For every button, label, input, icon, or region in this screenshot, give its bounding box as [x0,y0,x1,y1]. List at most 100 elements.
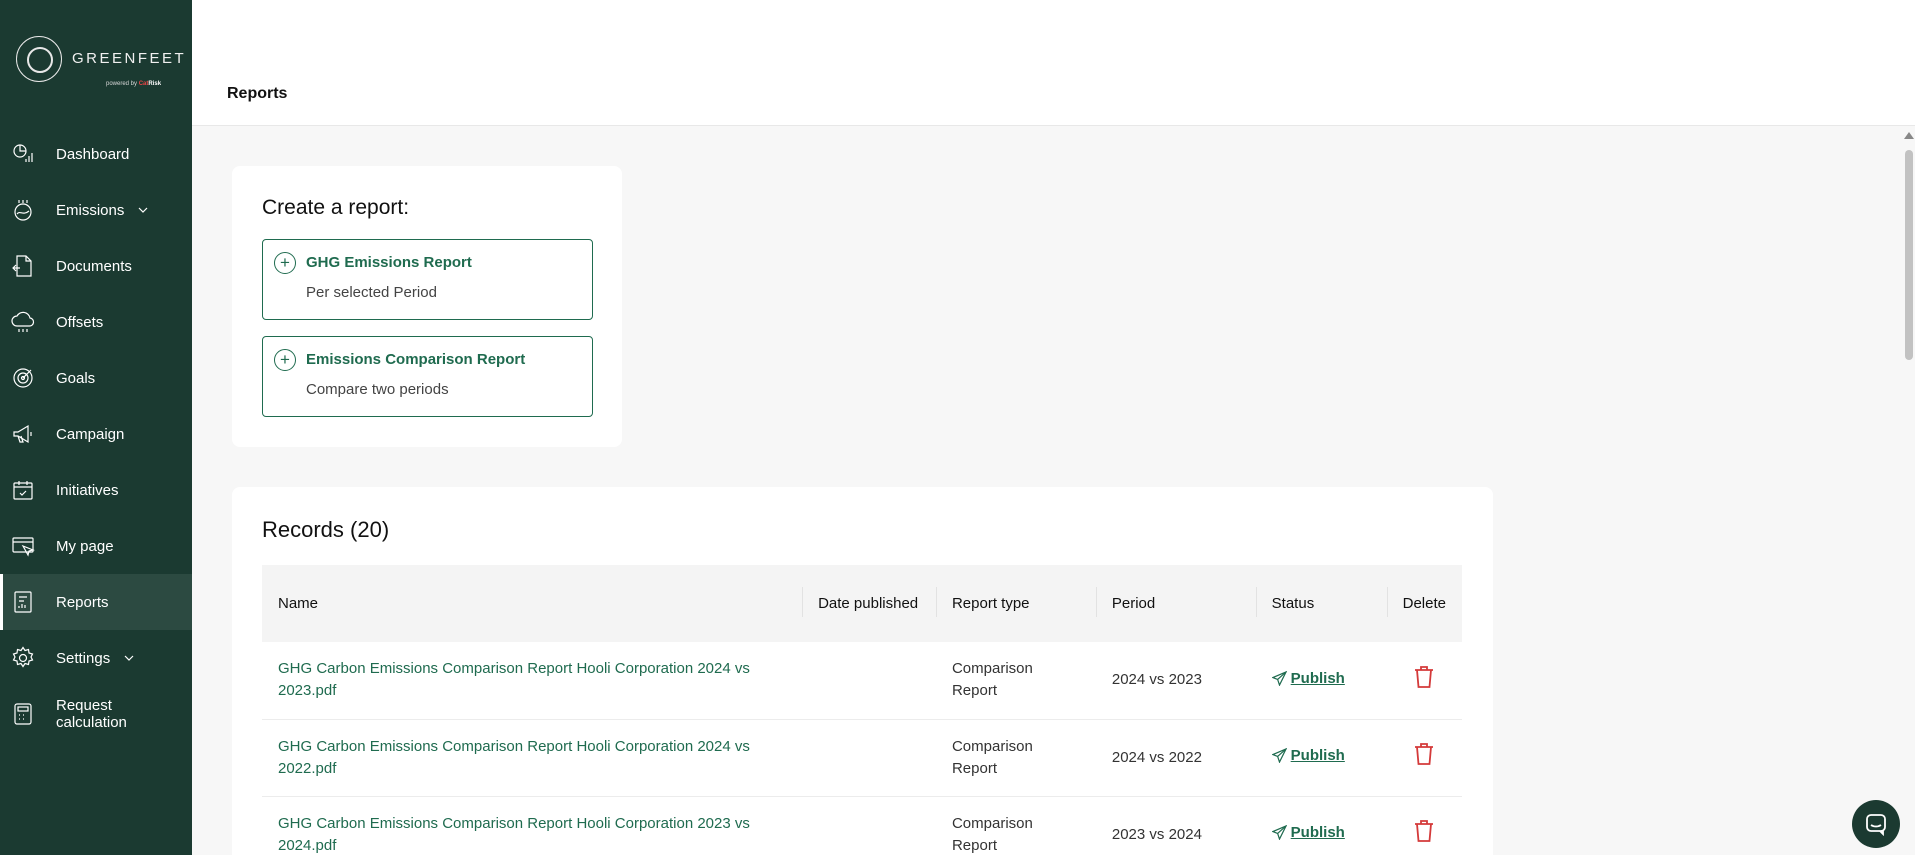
option-title: Emissions Comparison Report [306,351,526,368]
report-type-cell: Comparison Report [935,719,1096,797]
publish-label: Publish [1290,823,1345,841]
publish-button[interactable]: Publish [1271,822,1345,844]
publish-label: Publish [1290,746,1345,764]
emissions-comparison-report-option[interactable]: + Emissions Comparison Report Compare tw… [262,336,593,417]
records-table: Name Date published Report type Period S… [262,565,1462,855]
column-header-delete: Delete [1386,565,1462,642]
reports-icon [14,591,32,613]
sidebar-item-initiatives[interactable]: Initiatives [0,462,192,518]
delete-cell [1386,796,1462,855]
sidebar-item-campaign[interactable]: Campaign [0,406,192,462]
sidebar-item-label: Goals [56,369,96,387]
date-published-cell [802,642,936,720]
delete-cell [1386,719,1462,797]
table-row: GHG Carbon Emissions Comparison Report H… [262,719,1462,797]
trash-icon[interactable] [1413,819,1435,843]
report-type-cell: Comparison Report [935,642,1096,720]
chevron-down-icon[interactable] [138,205,148,215]
chat-support-button[interactable] [1852,800,1900,848]
send-icon [1271,748,1287,764]
scroll-up-arrow-icon[interactable] [1904,132,1914,139]
publish-button[interactable]: Publish [1271,745,1345,767]
records-title: Records (20) [262,517,390,542]
option-title: GHG Emissions Report [306,254,472,271]
column-header-date-published[interactable]: Date published [802,565,936,642]
dashboard-icon [13,144,33,162]
option-subtitle: Compare two periods [306,381,449,398]
emissions-icon [14,200,32,221]
my-page-icon [12,537,35,557]
globe-logo-icon [16,36,62,82]
column-header-period[interactable]: Period [1095,565,1256,642]
table-header-row: Name Date published Report type Period S… [262,565,1462,642]
status-cell: Publish [1255,642,1387,720]
create-report-card: Create a report: + GHG Emissions Report … [232,166,622,447]
sidebar-item-settings[interactable]: Settings [0,630,192,686]
table-row: GHG Carbon Emissions Comparison Report H… [262,796,1462,855]
column-header-name[interactable]: Name [262,565,803,642]
column-header-report-type[interactable]: Report type [935,565,1096,642]
send-icon [1271,825,1287,841]
sidebar-item-reports[interactable]: Reports [0,574,192,630]
initiatives-icon [13,481,33,500]
top-header: Reports [192,0,1915,126]
sidebar-item-request-calculation[interactable]: Request calculation [0,686,192,742]
documents-icon [12,255,32,277]
report-type-cell: Comparison Report [935,796,1096,855]
create-report-title: Create a report: [262,196,410,219]
sidebar-item-label: Initiatives [56,481,119,499]
report-name-link[interactable]: GHG Carbon Emissions Comparison Report H… [262,796,803,855]
sidebar-item-label: Reports [56,593,109,611]
sidebar-item-label: Dashboard [56,145,130,163]
period-cell: 2024 vs 2022 [1095,719,1256,797]
date-published-cell [802,719,936,797]
option-subtitle: Per selected Period [306,284,437,301]
report-name-link[interactable]: GHG Carbon Emissions Comparison Report H… [262,719,803,797]
chat-icon [1866,814,1886,836]
ghg-emissions-report-option[interactable]: + GHG Emissions Report Per selected Peri… [262,239,593,320]
plus-icon: + [274,349,296,371]
sidebar: GREENFEET powered by CatRisk Dashboard E… [0,0,192,855]
sidebar-item-label: Offsets [56,313,104,331]
records-card: Records (20) Name Date published Report … [232,487,1493,855]
campaign-icon [13,424,32,444]
sidebar-item-dashboard[interactable]: Dashboard [0,126,192,182]
sidebar-item-label: Campaign [56,425,125,443]
status-cell: Publish [1255,719,1387,797]
sidebar-item-label: Emissions [56,201,125,219]
chevron-down-icon[interactable] [124,653,134,663]
goals-icon [13,368,33,388]
sidebar-item-goals[interactable]: Goals [0,350,192,406]
period-cell: 2023 vs 2024 [1095,796,1256,855]
scrollbar-thumb[interactable] [1905,150,1913,360]
sidebar-item-label: Documents [56,257,132,275]
column-header-status[interactable]: Status [1255,565,1387,642]
sidebar-item-offsets[interactable]: Offsets [0,294,192,350]
date-published-cell [802,796,936,855]
sidebar-item-emissions[interactable]: Emissions [0,182,192,238]
sidebar-item-documents[interactable]: Documents [0,238,192,294]
powered-by: powered by CatRisk [106,81,162,87]
greenfeet-logo[interactable]: GREENFEET powered by CatRisk [16,36,186,91]
settings-icon [12,646,34,668]
calculator-icon [14,703,32,725]
sidebar-item-label: Settings [56,649,111,667]
status-cell: Publish [1255,796,1387,855]
trash-icon[interactable] [1413,742,1435,766]
vertical-scrollbar[interactable] [1902,128,1915,855]
page-title: Reports [227,85,288,102]
period-cell: 2024 vs 2023 [1095,642,1256,720]
brand-name: GREENFEET [72,50,187,67]
plus-icon: + [274,252,296,274]
trash-icon[interactable] [1413,665,1435,689]
send-icon [1271,671,1287,686]
offsets-icon [11,311,35,332]
sidebar-nav: Dashboard Emissions Documents Offsets Go… [0,126,192,742]
table-row: GHG Carbon Emissions Comparison Report H… [262,642,1462,720]
sidebar-item-label: My page [56,537,114,555]
publish-button[interactable]: Publish [1271,668,1345,690]
delete-cell [1386,642,1462,720]
sidebar-item-my-page[interactable]: My page [0,518,192,574]
report-name-link[interactable]: GHG Carbon Emissions Comparison Report H… [262,642,803,720]
sidebar-item-label: Request calculation [56,697,127,731]
